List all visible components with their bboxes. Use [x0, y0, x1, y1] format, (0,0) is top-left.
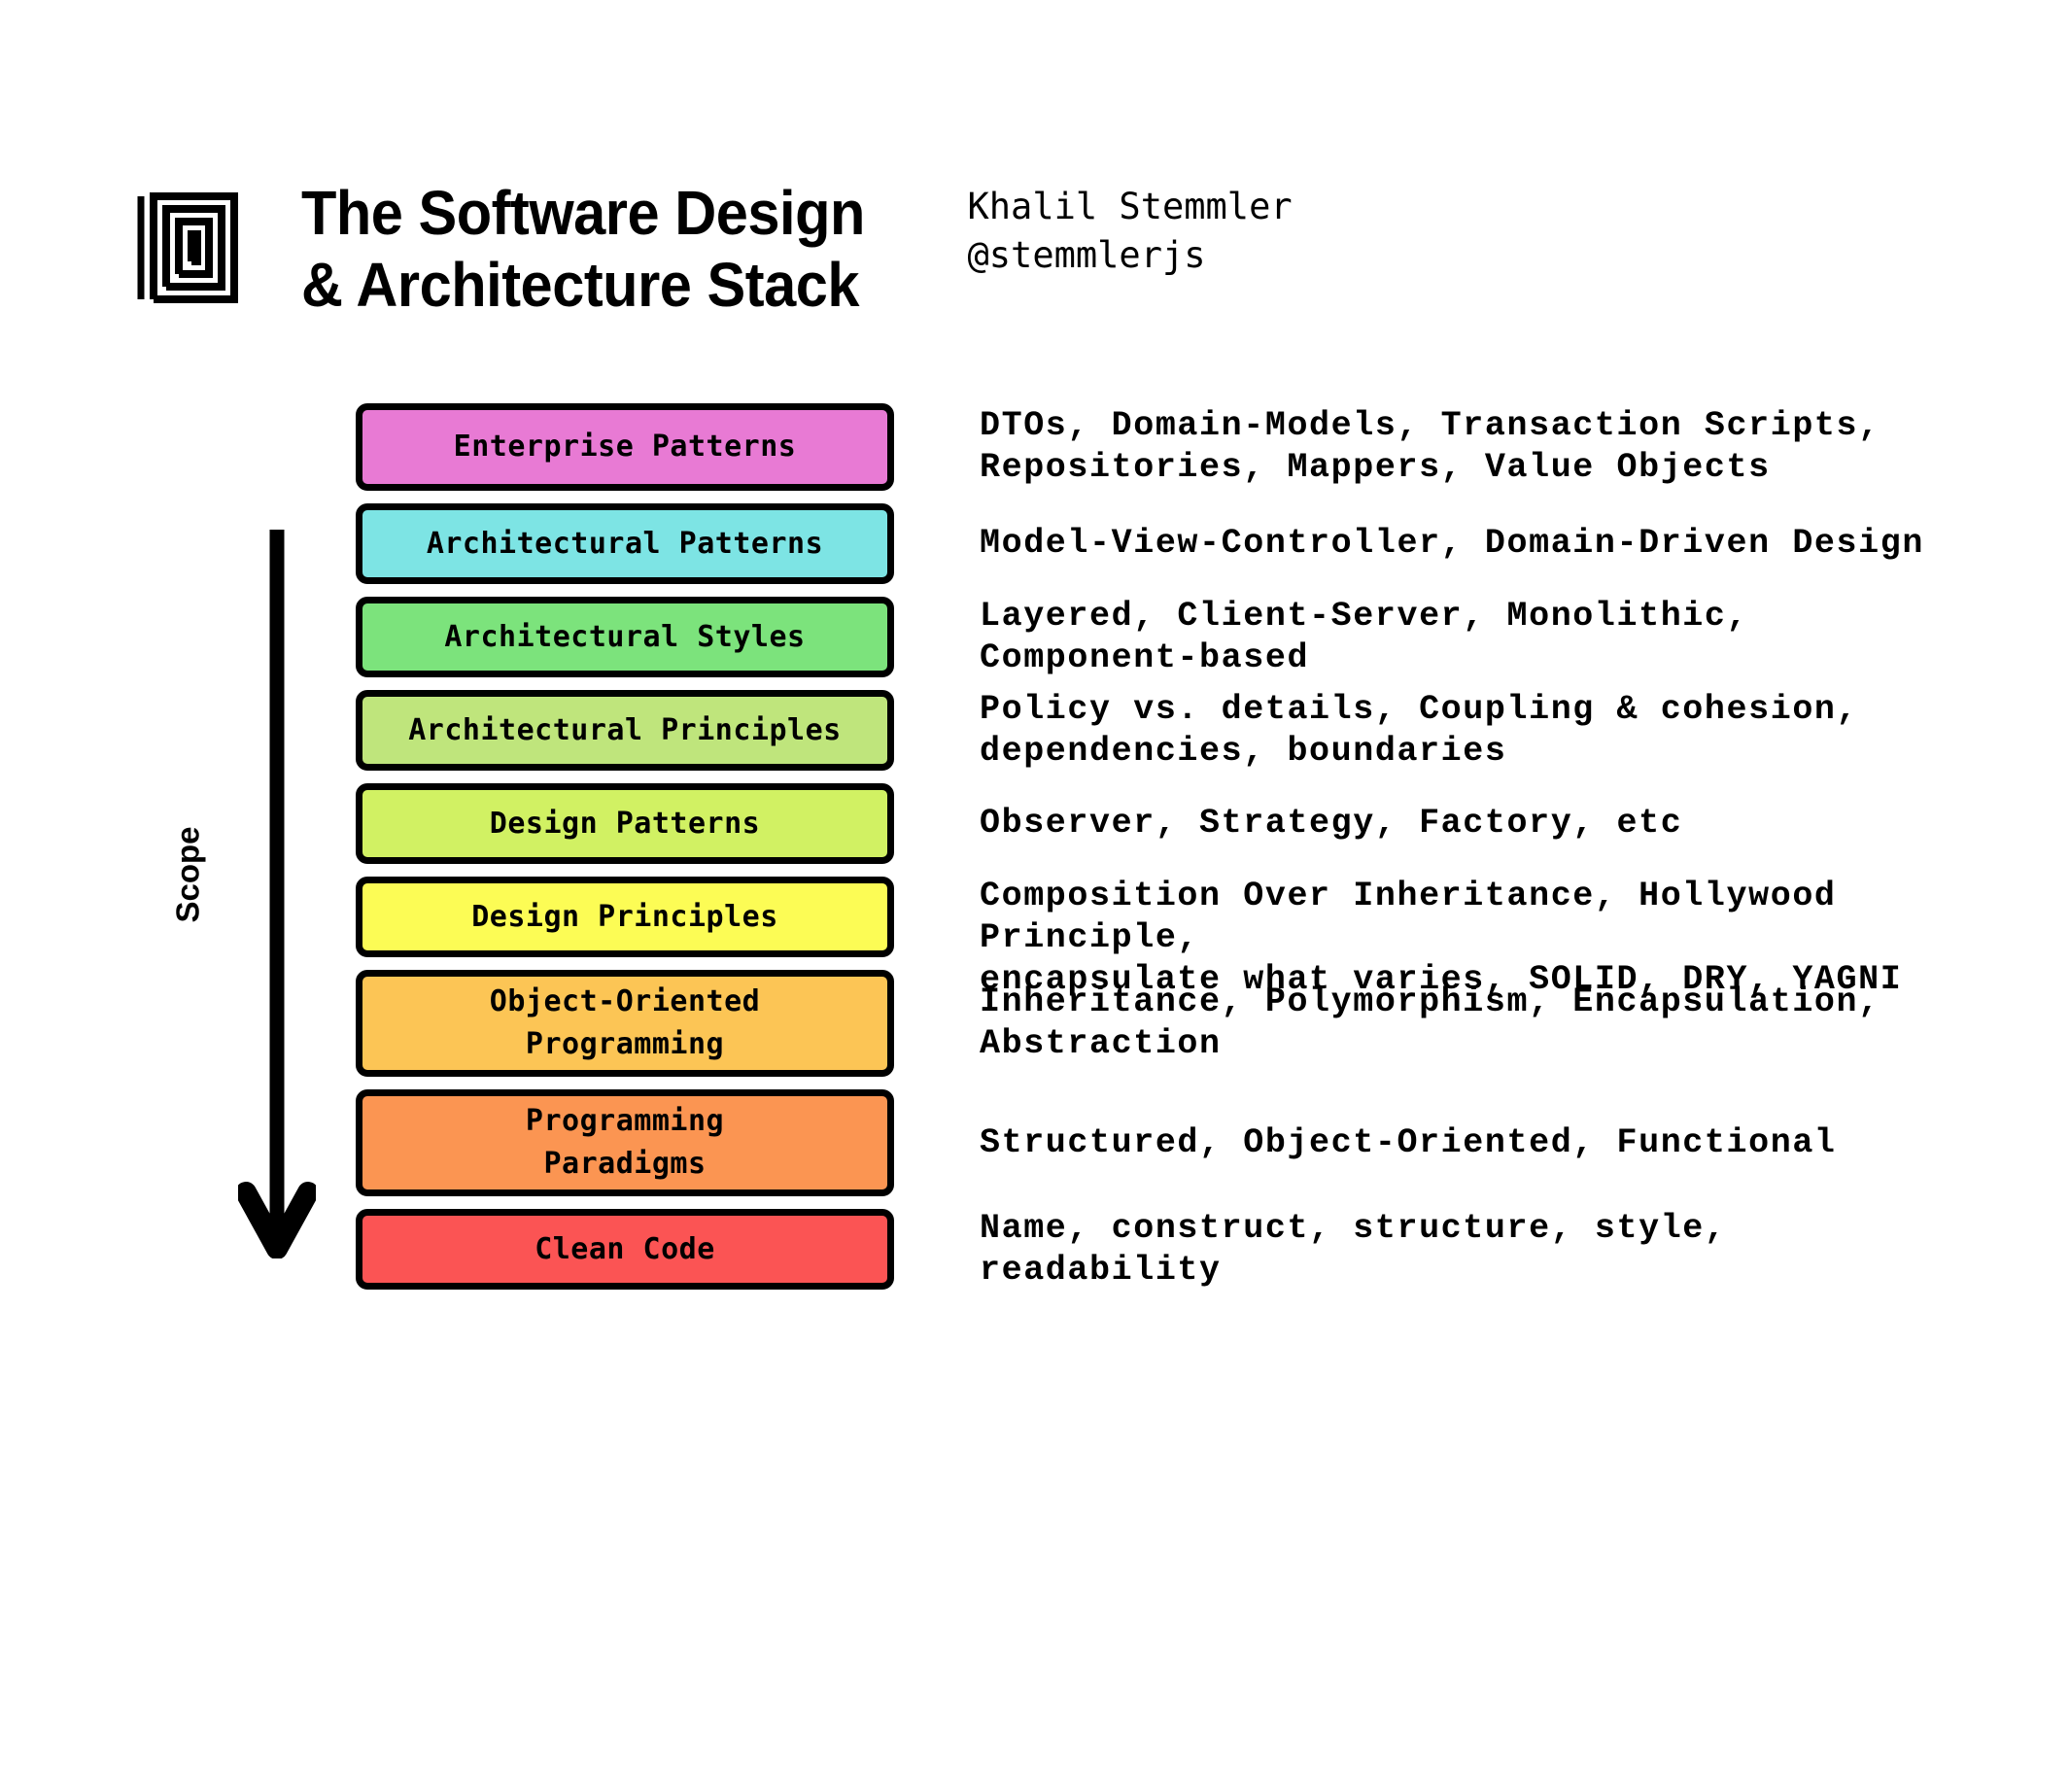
- layer-bar-label: Clean Code: [535, 1231, 715, 1266]
- scope-axis-label-text: Scope: [170, 826, 207, 923]
- layer-bar-label: Programming Paradigms: [525, 1104, 725, 1181]
- layer-bar[interactable]: Architectural Patterns: [356, 503, 894, 584]
- layer-row: Design Principles: [356, 877, 894, 957]
- down-arrow-icon: [238, 530, 316, 1258]
- layer-bar[interactable]: Design Patterns: [356, 783, 894, 864]
- layer-bar-label: Architectural Patterns: [426, 526, 824, 561]
- layer-bar[interactable]: Object-Oriented Programming: [356, 970, 894, 1077]
- layer-bar-label: Architectural Principles: [408, 712, 842, 747]
- layer-description: Policy vs. details, Coupling & cohesion,…: [980, 690, 1859, 771]
- layer-bar-label: Design Patterns: [489, 806, 761, 841]
- layer-bar[interactable]: Enterprise Patterns: [356, 403, 894, 491]
- layer-bar-label: Architectural Styles: [444, 619, 806, 654]
- layer-bar[interactable]: Architectural Styles: [356, 597, 894, 677]
- layer-bar[interactable]: Programming Paradigms: [356, 1089, 894, 1196]
- author-name: Khalil Stemmler: [967, 186, 1293, 227]
- layer-row: Architectural Styles: [356, 597, 894, 677]
- layer-description: Observer, Strategy, Factory, etc: [980, 804, 1683, 843]
- layer-description: Structured, Object-Oriented, Functional: [980, 1123, 1837, 1162]
- header: The Software Design & Architecture Stack…: [136, 177, 1293, 321]
- layer-row: Architectural Patterns: [356, 503, 894, 584]
- layer-row: Enterprise Patterns: [356, 403, 894, 491]
- layer-bar[interactable]: Clean Code: [356, 1209, 894, 1290]
- layer-row: Architectural Principles: [356, 690, 894, 771]
- layer-bar-label: Object-Oriented Programming: [489, 984, 761, 1061]
- layer-description: Name, construct, structure, style, reada…: [980, 1209, 1727, 1290]
- layer-description: Layered, Client-Server, Monolithic, Comp…: [980, 597, 1749, 677]
- scope-axis-label: Scope: [159, 777, 218, 972]
- layer-stack: Enterprise Patterns Architectural Pattern…: [356, 403, 894, 1302]
- layer-description: DTOs, Domain-Models, Transaction Scripts…: [980, 406, 1880, 487]
- author-block: Khalil Stemmler @stemmlerjs: [968, 183, 1293, 280]
- layer-row: Programming Paradigms: [356, 1089, 894, 1196]
- title-line-1: The Software Design: [301, 178, 865, 248]
- layer-row: Clean Code: [356, 1209, 894, 1290]
- layer-row: Design Patterns: [356, 783, 894, 864]
- layer-description: Model-View-Controller, Domain-Driven Des…: [980, 524, 1924, 563]
- square-spiral-logo-icon: [136, 190, 241, 305]
- layer-bar-label: Enterprise Patterns: [453, 430, 797, 464]
- layer-description: Inheritance, Polymorphism, Encapsulation…: [980, 982, 1880, 1063]
- layer-row: Object-Oriented Programming: [356, 970, 894, 1077]
- author-handle: @stemmlerjs: [967, 234, 1206, 276]
- layer-bar[interactable]: Architectural Principles: [356, 690, 894, 771]
- title-line-2: & Architecture Stack: [301, 250, 859, 320]
- layer-bar-label: Design Principles: [471, 899, 778, 934]
- page-title: The Software Design & Architecture Stack: [301, 177, 908, 321]
- layer-bar[interactable]: Design Principles: [356, 877, 894, 957]
